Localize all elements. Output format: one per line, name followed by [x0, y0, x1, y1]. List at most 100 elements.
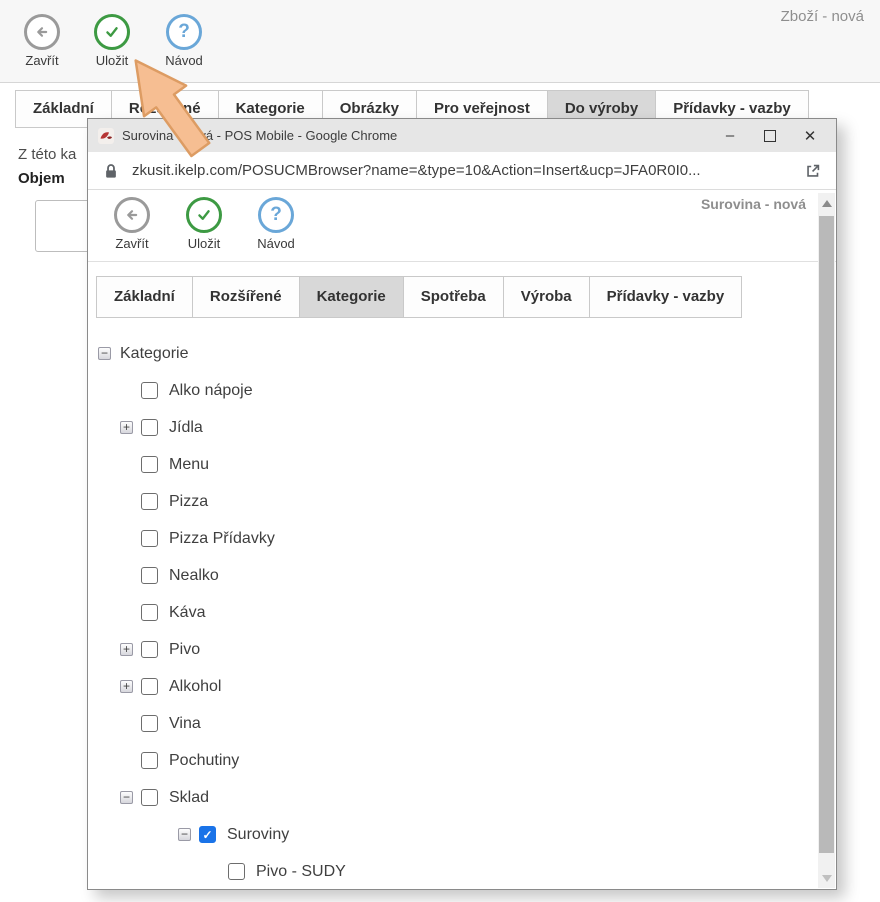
popup-tab-pridavky-vazby[interactable]: Přídavky - vazby [589, 276, 743, 318]
popup-tab-bar: ZákladníRozšířenéKategorieSpotřebaVýroba… [96, 276, 741, 318]
window-title: Surovina - nová - POS Mobile - Google Ch… [122, 128, 397, 143]
background-close-button[interactable]: Zavřít [10, 14, 74, 68]
expander-spacer [120, 532, 133, 545]
question-icon: ? [258, 197, 294, 233]
background-content: Z této ka Objem [18, 146, 76, 187]
tree-item-pizza-pridavky[interactable]: Pizza Přídavky [88, 520, 818, 557]
popup-titlebar[interactable]: Surovina - nová - POS Mobile - Google Ch… [88, 119, 836, 152]
tree-item-kategorie[interactable]: −Kategorie [88, 335, 818, 372]
expander-spacer [120, 384, 133, 397]
address-bar[interactable]: zkusit.ikelp.com/POSUCMBrowser?name=&typ… [88, 152, 836, 190]
tree-item-label: Kategorie [120, 345, 189, 363]
triangle-up-icon [822, 200, 832, 207]
expander-spacer [120, 717, 133, 730]
tree-item-label: Pivo [169, 641, 200, 659]
lock-icon [102, 162, 120, 180]
expander-spacer [120, 569, 133, 582]
background-save-button[interactable]: Uložit [80, 14, 144, 68]
back-arrow-icon [24, 14, 60, 50]
checkbox[interactable] [141, 678, 158, 695]
plus-expander-icon[interactable]: + [120, 421, 133, 434]
button-label: Návod [244, 236, 308, 251]
popup-tab-zakladni[interactable]: Základní [96, 276, 193, 318]
tree-item-alkohol[interactable]: +Alkohol [88, 668, 818, 705]
popup-close-button[interactable]: Zavřít [100, 197, 164, 251]
scroll-up-button[interactable] [818, 193, 835, 213]
popup-save-button[interactable]: Uložit [172, 197, 236, 251]
tree-item-nealko[interactable]: Nealko [88, 557, 818, 594]
popup-tab-kategorie[interactable]: Kategorie [299, 276, 404, 318]
popup-tab-spotreba[interactable]: Spotřeba [403, 276, 504, 318]
button-label: Zavřít [10, 53, 74, 68]
screen: Zavřít Uložit ? Návod Zboží - nová Zákla… [0, 0, 880, 902]
checkbox[interactable] [141, 493, 158, 510]
plus-expander-icon[interactable]: + [120, 680, 133, 693]
tree-item-alko-napoje[interactable]: Alko nápoje [88, 372, 818, 409]
tree-item-label: Pizza [169, 493, 208, 511]
popup-toolbar: Zavřít Uložit ? Návod Surovina - nová [88, 190, 836, 262]
tree-item-suroviny[interactable]: −✓Suroviny [88, 816, 818, 853]
popup-tab-rozsirene[interactable]: Rozšířené [192, 276, 300, 318]
popup-help-button[interactable]: ? Návod [244, 197, 308, 251]
expander-spacer [120, 458, 133, 471]
checkbox[interactable] [141, 530, 158, 547]
checkbox[interactable] [141, 567, 158, 584]
open-in-new-icon[interactable] [804, 162, 822, 180]
checkbox[interactable] [228, 863, 245, 880]
checkbox[interactable] [141, 419, 158, 436]
plus-expander-icon[interactable]: + [120, 643, 133, 656]
button-label: Uložit [80, 53, 144, 68]
window-controls: – ✕ [710, 119, 830, 152]
scrollbar-thumb[interactable] [819, 216, 834, 853]
background-page-title: Zboží - nová [781, 8, 864, 25]
checkbox[interactable] [141, 382, 158, 399]
url-text: zkusit.ikelp.com/POSUCMBrowser?name=&typ… [132, 162, 804, 179]
popup-scrollbar[interactable] [818, 193, 835, 888]
back-arrow-icon [114, 197, 150, 233]
tree-item-jidla[interactable]: +Jídla [88, 409, 818, 446]
checkbox[interactable] [141, 456, 158, 473]
tree-item-menu[interactable]: Menu [88, 446, 818, 483]
tree-item-label: Vina [169, 715, 201, 733]
tree-item-vina[interactable]: Vina [88, 705, 818, 742]
tree-item-pizza[interactable]: Pizza [88, 483, 818, 520]
expander-spacer [207, 865, 220, 878]
checkbox[interactable] [141, 641, 158, 658]
objem-label: Objem [18, 170, 76, 187]
tree-item-pivo[interactable]: + Pivo [88, 631, 818, 668]
scroll-down-button[interactable] [818, 868, 835, 888]
minus-expander-icon[interactable]: − [178, 828, 191, 841]
tree-item-label: Pizza Přídavky [169, 530, 275, 548]
checkbox[interactable] [141, 752, 158, 769]
popup-page-title: Surovina - nová [701, 196, 806, 212]
maximize-icon [764, 130, 776, 142]
checkbox[interactable] [141, 715, 158, 732]
tree-item-sklad[interactable]: − Sklad [88, 779, 818, 816]
minus-expander-icon[interactable]: − [120, 791, 133, 804]
minus-expander-icon[interactable]: − [98, 347, 111, 360]
checkbox[interactable] [141, 789, 158, 806]
tree-item-label: Pochutiny [169, 752, 239, 770]
button-label: Zavřít [100, 236, 164, 251]
check-icon [94, 14, 130, 50]
tree-item-label: Sklad [169, 789, 209, 807]
maximize-button[interactable] [750, 119, 790, 152]
close-window-button[interactable]: ✕ [790, 119, 830, 152]
checkbox-checked[interactable]: ✓ [199, 826, 216, 843]
tree-item-pivo-sudy[interactable]: Pivo - SUDY [88, 853, 818, 888]
checkbox[interactable] [141, 604, 158, 621]
expander-spacer [120, 754, 133, 767]
minimize-button[interactable]: – [710, 119, 750, 152]
background-toolbar: Zavřít Uložit ? Návod Zboží - nová [0, 0, 880, 83]
tree-item-label: Pivo - SUDY [256, 863, 346, 881]
tree-item-label: Alko nápoje [169, 382, 253, 400]
tree-item-pochutiny[interactable]: Pochutiny [88, 742, 818, 779]
tree-item-kava[interactable]: Káva [88, 594, 818, 631]
tree-item-label: Káva [169, 604, 205, 622]
app-favicon-icon [98, 128, 114, 144]
expander-spacer [120, 495, 133, 508]
popup-tab-vyroba[interactable]: Výroba [503, 276, 590, 318]
triangle-down-icon [822, 875, 832, 882]
question-icon: ? [166, 14, 202, 50]
background-help-button[interactable]: ? Návod [152, 14, 216, 68]
